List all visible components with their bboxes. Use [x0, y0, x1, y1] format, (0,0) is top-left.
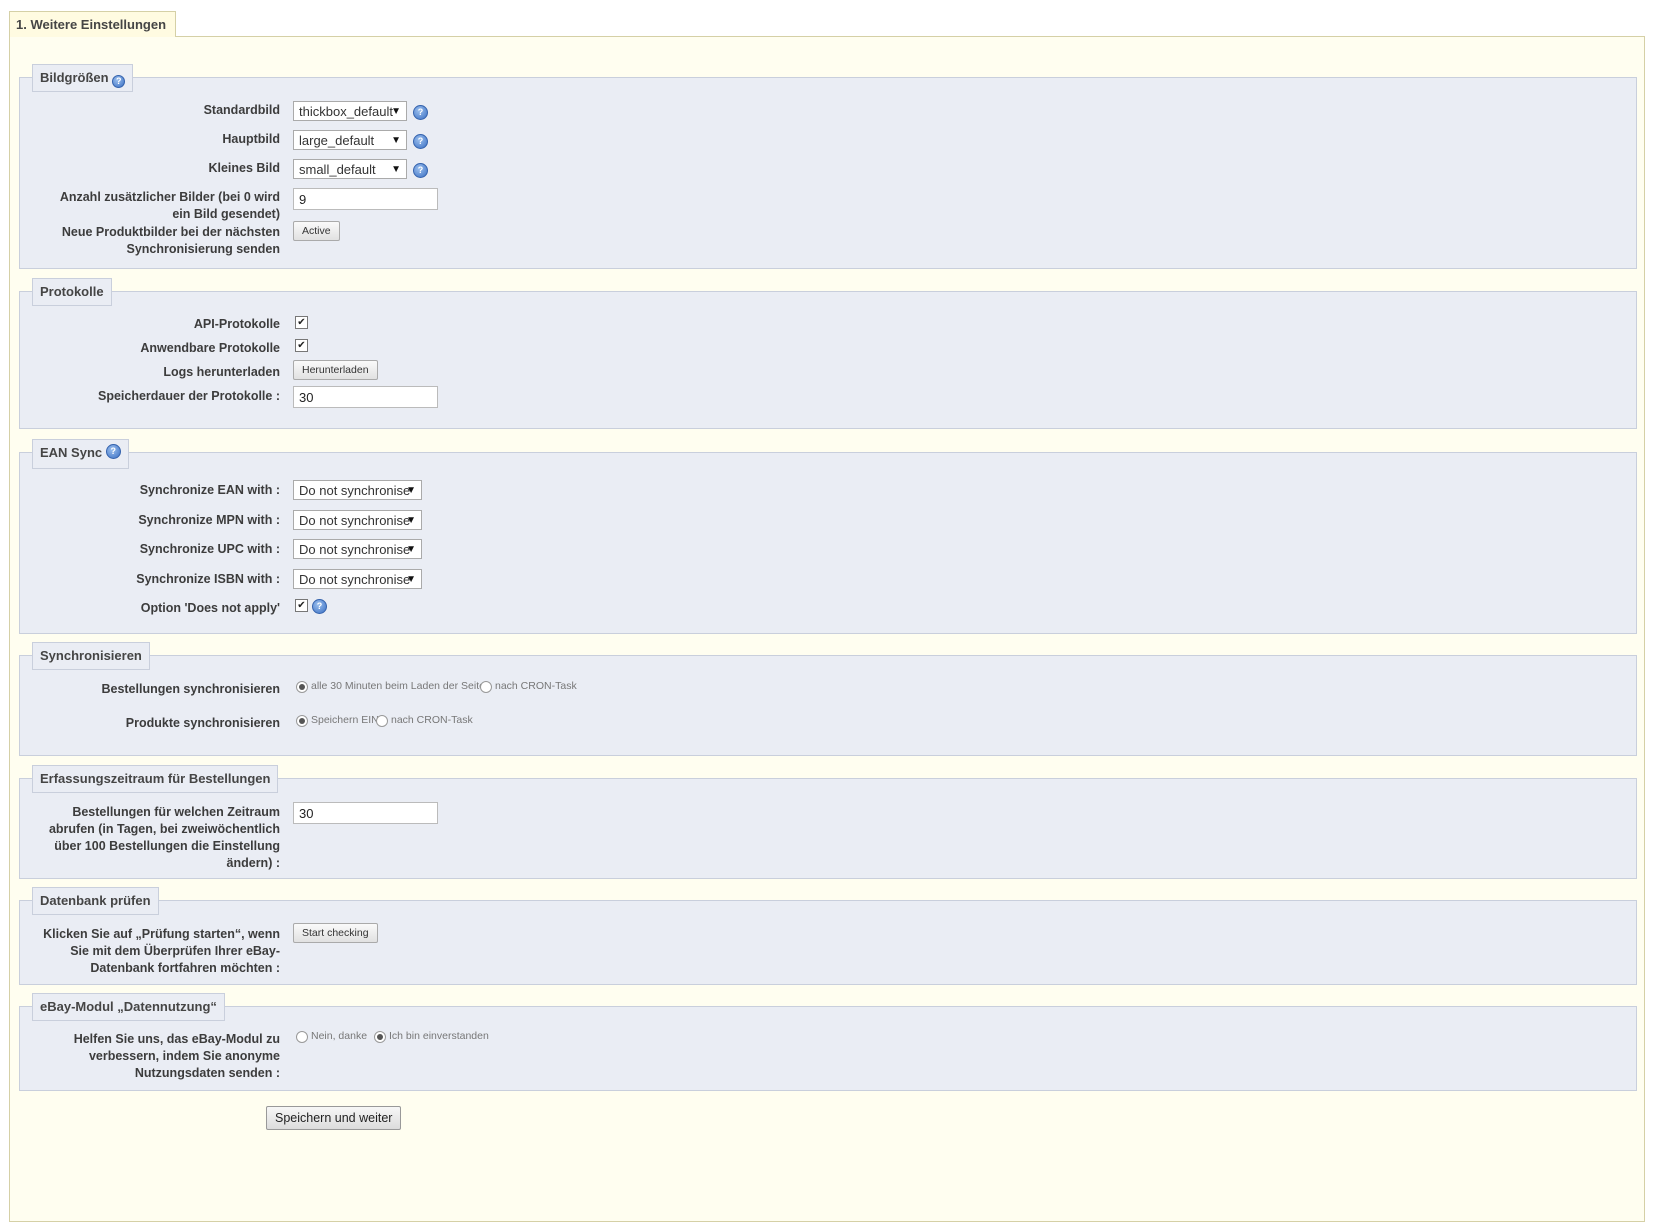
datennutzung-radio-nein[interactable]	[296, 1031, 308, 1043]
fieldset-datenbank-pruefen: Datenbank prüfen Klicken Sie auf „Prüfun…	[19, 887, 1637, 985]
fieldset-bildgroessen: Bildgrößen ? Standardbild thickbox_defau…	[19, 64, 1637, 269]
herunterladen-button[interactable]: Herunterladen	[293, 360, 378, 380]
speicherdauer-label: Speicherdauer der Protokolle :	[98, 389, 280, 403]
standardbild-select[interactable]: thickbox_default ▼	[293, 101, 407, 121]
api-protokolle-checkbox[interactable]: ✔	[295, 316, 308, 329]
save-and-continue-button[interactable]: Speichern und weiter	[266, 1106, 402, 1130]
hauptbild-select[interactable]: large_default ▼	[293, 130, 407, 150]
help-icon[interactable]: ?	[105, 444, 121, 459]
sync-mpn-select[interactable]: Do not synchronise ▼	[293, 510, 422, 530]
help-icon[interactable]: ?	[312, 599, 327, 614]
produkte-sync-label: Produkte synchronisieren	[125, 716, 280, 730]
fieldset-synchronisieren: Synchronisieren Bestellungen synchronisi…	[19, 642, 1637, 756]
produkte-radio-cron[interactable]	[376, 715, 388, 727]
logs-herunterladen-label: Logs herunterladen	[163, 365, 280, 379]
anwendbare-protokolle-checkbox[interactable]: ✔	[295, 339, 308, 352]
sync-isbn-select[interactable]: Do not synchronise ▼	[293, 569, 422, 589]
produkte-radio-cron-label: nach CRON-Task	[391, 714, 473, 726]
datennutzung-radio-nein-label: Nein, danke	[311, 1030, 368, 1042]
api-protokolle-label: API-Protokolle	[193, 317, 280, 331]
legend-protokolle: Protokolle	[32, 278, 112, 306]
chevron-down-icon: ▼	[391, 135, 401, 146]
sync-upc-select[interactable]: Do not synchronise ▼	[293, 539, 422, 559]
help-icon[interactable]: ?	[112, 75, 126, 88]
option-does-not-apply-checkbox[interactable]: ✔	[295, 599, 308, 612]
help-icon[interactable]: ?	[413, 163, 428, 178]
sync-ean-select[interactable]: Do not synchronise ▼	[293, 480, 422, 500]
bestellungen-radio-30min-label: alle 30 Minuten beim Laden der Seite	[311, 680, 485, 692]
legend-ean-sync: EAN Sync ?	[32, 439, 129, 469]
sync-isbn-label: Synchronize ISBN with :	[136, 572, 280, 586]
chevron-down-icon: ▼	[406, 485, 416, 496]
sync-mpn-label: Synchronize MPN with :	[138, 513, 280, 527]
option-does-not-apply-label: Option 'Does not apply'	[140, 601, 280, 615]
bestellungen-radio-cron-label: nach CRON-Task	[495, 680, 577, 692]
datennutzung-label: Helfen Sie uns, das eBay-Modul zu verbes…	[73, 1032, 280, 1080]
kleines-bild-label: Kleines Bild	[208, 161, 280, 175]
neue-bilder-label: Neue Produktbilder bei der nächsten Sync…	[61, 225, 280, 256]
sync-ean-label: Synchronize EAN with :	[139, 483, 280, 497]
fieldset-protokolle: Protokolle API-Protokolle ✔ Anwendbare P…	[19, 278, 1637, 429]
sync-upc-label: Synchronize UPC with :	[139, 542, 280, 556]
legend-datenbank-pruefen: Datenbank prüfen	[32, 887, 159, 915]
hauptbild-label: Hauptbild	[222, 132, 280, 146]
fieldset-datennutzung: eBay-Modul „Datennutzung“ Helfen Sie uns…	[19, 993, 1637, 1091]
chevron-down-icon: ▼	[406, 574, 416, 585]
bestellungen-radio-cron[interactable]	[480, 681, 492, 693]
kleines-bild-select[interactable]: small_default ▼	[293, 159, 407, 179]
help-icon[interactable]: ?	[413, 134, 428, 149]
start-checking-button[interactable]: Start checking	[293, 923, 378, 943]
legend-datennutzung: eBay-Modul „Datennutzung“	[32, 993, 225, 1021]
fieldset-ean-sync: EAN Sync ? Synchronize EAN with : Do not…	[19, 439, 1637, 634]
legend-synchronisieren: Synchronisieren	[32, 642, 150, 670]
bestellungen-radio-30min[interactable]	[296, 681, 308, 693]
chevron-down-icon: ▼	[406, 515, 416, 526]
datenbank-label: Klicken Sie auf „Prüfung starten“, wenn …	[43, 927, 280, 975]
help-icon[interactable]: ?	[413, 105, 428, 120]
anzahl-bilder-input[interactable]	[293, 188, 438, 210]
produkte-radio-speichern[interactable]	[296, 715, 308, 727]
anwendbare-protokolle-label: Anwendbare Protokolle	[140, 341, 280, 355]
standardbild-label: Standardbild	[203, 103, 280, 117]
active-button[interactable]: Active	[293, 221, 340, 241]
legend-bildgroessen: Bildgrößen ?	[32, 64, 134, 92]
chevron-down-icon: ▼	[391, 106, 401, 117]
zeitraum-label: Bestellungen für welchen Zeitraum abrufe…	[48, 805, 280, 870]
datennutzung-radio-ja-label: Ich bin einverstanden	[389, 1030, 489, 1042]
chevron-down-icon: ▼	[391, 164, 401, 175]
datennutzung-radio-ja[interactable]	[374, 1031, 386, 1043]
fieldset-erfassungszeitraum: Erfassungszeitraum für Bestellungen Best…	[19, 765, 1637, 879]
bestellungen-sync-label: Bestellungen synchronisieren	[101, 682, 280, 696]
zeitraum-input[interactable]	[293, 802, 438, 824]
tab-weitere-einstellungen[interactable]: 1. Weitere Einstellungen	[9, 11, 177, 37]
legend-erfassungszeitraum: Erfassungszeitraum für Bestellungen	[32, 765, 279, 793]
speicherdauer-input[interactable]	[293, 386, 438, 408]
anzahl-bilder-label: Anzahl zusätzlicher Bilder (bei 0 wird e…	[59, 190, 280, 221]
produkte-radio-speichern-label: Speichern EIN	[311, 714, 379, 726]
chevron-down-icon: ▼	[406, 544, 416, 555]
settings-panel: Bildgrößen ? Standardbild thickbox_defau…	[9, 36, 1645, 1222]
